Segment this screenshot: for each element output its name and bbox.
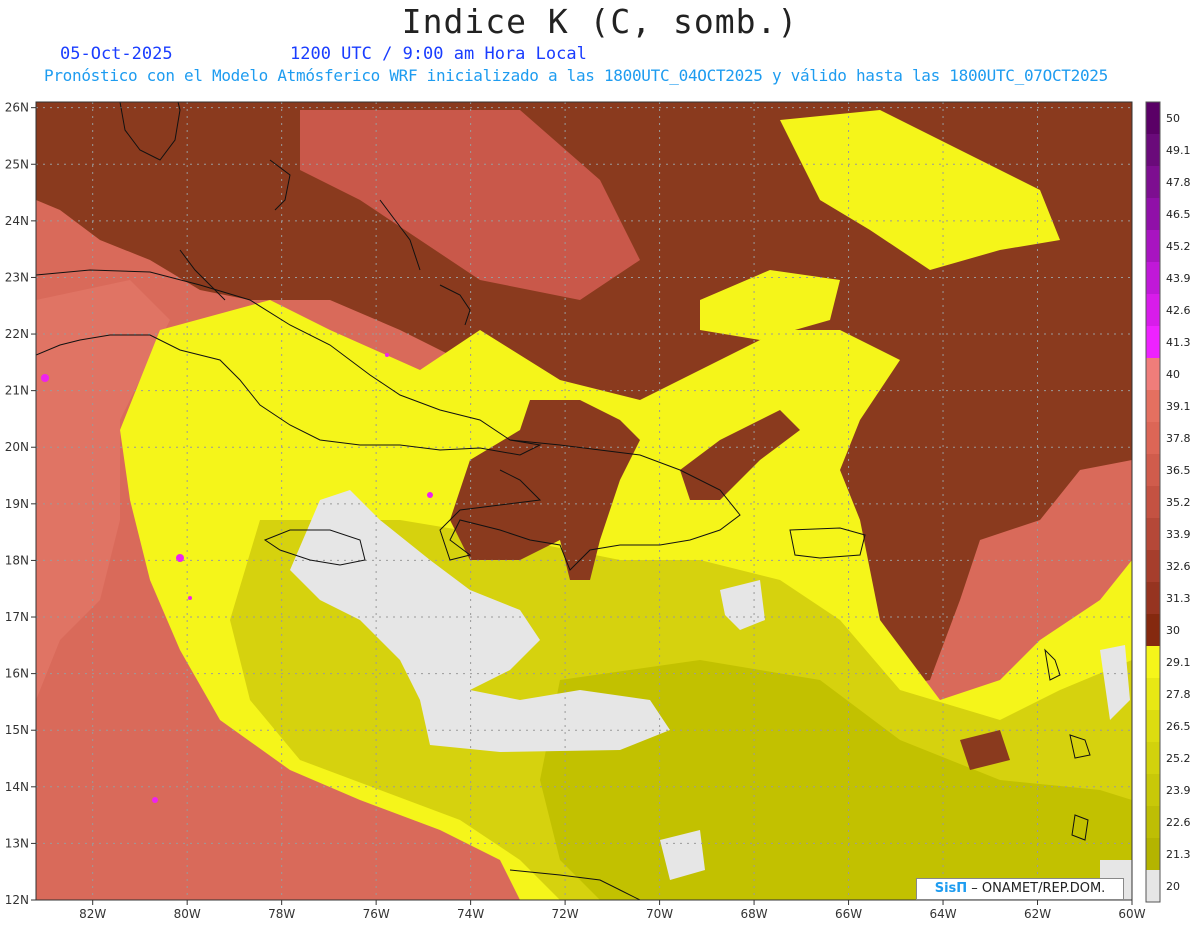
field-magenta-spot-4 bbox=[152, 797, 158, 803]
colorbar-swatch bbox=[1146, 710, 1160, 743]
latitude-ticks: 26N 25N 24N 23N 22N 21N 20N 19N 18N 17N 16N 15N 14N 1… bbox=[5, 101, 36, 907]
lat-tick-label: 12N bbox=[5, 893, 29, 907]
lat-tick-label: 23N bbox=[5, 270, 29, 284]
colorbar-swatch bbox=[1146, 294, 1160, 327]
colorbar-label: 25.2 bbox=[1166, 752, 1191, 765]
colorbar-label: 40 bbox=[1166, 368, 1180, 381]
lat-tick-label: 20N bbox=[5, 440, 29, 454]
colorbar-swatch bbox=[1146, 230, 1160, 263]
lat-tick-label: 22N bbox=[5, 327, 29, 341]
colorbar-swatch bbox=[1146, 582, 1160, 615]
colorbar-swatch bbox=[1146, 102, 1160, 135]
k-index-map: 82W 80W 78W 76W 74W 72W 70W 68W 66W 64W 62W 60W 26N… bbox=[5, 101, 1191, 921]
colorbar-swatch bbox=[1146, 838, 1160, 871]
lat-tick-label: 18N bbox=[5, 553, 29, 567]
colorbar-label: 41.3 bbox=[1166, 336, 1191, 349]
field-magenta-spot-5 bbox=[188, 596, 192, 600]
lon-tick-label: 68W bbox=[740, 907, 767, 921]
colorbar-label: 30 bbox=[1166, 624, 1180, 637]
lon-tick-label: 80W bbox=[174, 907, 201, 921]
lon-tick-label: 74W bbox=[457, 907, 484, 921]
colorbar-swatch bbox=[1146, 550, 1160, 583]
lat-tick-label: 25N bbox=[5, 157, 29, 171]
lon-tick-label: 62W bbox=[1024, 907, 1051, 921]
colorbar-label: 22.6 bbox=[1166, 816, 1191, 829]
lat-tick-label: 14N bbox=[5, 780, 29, 794]
colorbar-label: 31.3 bbox=[1166, 592, 1191, 605]
longitude-ticks: 82W 80W 78W 76W 74W 72W 70W 68W 66W 64W 62W 60W bbox=[79, 900, 1146, 921]
colorbar-label: 46.5 bbox=[1166, 208, 1191, 221]
colorbar-label: 50 bbox=[1166, 112, 1180, 125]
colorbar-swatch bbox=[1146, 198, 1160, 231]
colorbar-label: 37.8 bbox=[1166, 432, 1191, 445]
colorbar-swatch bbox=[1146, 358, 1160, 391]
colorbar-swatch bbox=[1146, 614, 1160, 647]
colorbar-swatch bbox=[1146, 774, 1160, 807]
colorbar-swatch bbox=[1146, 742, 1160, 775]
colorbar-label: 42.6 bbox=[1166, 304, 1191, 317]
lon-tick-label: 70W bbox=[646, 907, 673, 921]
colorbar-swatch bbox=[1146, 262, 1160, 295]
lat-tick-label: 26N bbox=[5, 101, 29, 115]
colorbar-label: 33.9 bbox=[1166, 528, 1191, 541]
colorbar-label: 27.8 bbox=[1166, 688, 1191, 701]
lon-tick-label: 64W bbox=[929, 907, 956, 921]
field-magenta-spot-3 bbox=[427, 492, 433, 498]
credit-box: SisΠ – ONAMET/REP.DOM. bbox=[916, 878, 1124, 900]
colorbar-swatch bbox=[1146, 486, 1160, 519]
colorbar-label: 21.3 bbox=[1166, 848, 1191, 861]
lon-tick-label: 60W bbox=[1118, 907, 1145, 921]
colorbar-swatch bbox=[1146, 678, 1160, 711]
colorbar-label: 29.1 bbox=[1166, 656, 1191, 669]
lat-tick-label: 15N bbox=[5, 723, 29, 737]
map-field bbox=[36, 102, 1132, 900]
colorbar-label: 36.5 bbox=[1166, 464, 1191, 477]
lon-tick-label: 66W bbox=[835, 907, 862, 921]
colorbar-swatch bbox=[1146, 870, 1160, 903]
field-magenta-spot-1 bbox=[41, 374, 49, 382]
colorbar-swatch bbox=[1146, 646, 1160, 679]
colorbar-swatch bbox=[1146, 166, 1160, 199]
colorbar-label: 32.6 bbox=[1166, 560, 1191, 573]
colorbar-label: 35.2 bbox=[1166, 496, 1191, 509]
lon-tick-label: 78W bbox=[268, 907, 295, 921]
colorbar-swatch bbox=[1146, 454, 1160, 487]
lat-tick-label: 21N bbox=[5, 384, 29, 398]
colorbar-swatch bbox=[1146, 390, 1160, 423]
lon-tick-label: 72W bbox=[552, 907, 579, 921]
colorbar-label: 45.2 bbox=[1166, 240, 1191, 253]
colorbar-swatch bbox=[1146, 806, 1160, 839]
colorbar: 50 49.1 47.8 46.5 45.2 43.9 42.6 41.3 40 39.1 37.8… bbox=[1145, 101, 1191, 903]
lon-tick-label: 76W bbox=[363, 907, 390, 921]
lat-tick-label: 19N bbox=[5, 497, 29, 511]
colorbar-label: 39.1 bbox=[1166, 400, 1191, 413]
field-magenta-spot-6 bbox=[385, 353, 389, 357]
colorbar-label: 23.9 bbox=[1166, 784, 1191, 797]
colorbar-swatch bbox=[1146, 422, 1160, 455]
colorbar-label: 26.5 bbox=[1166, 720, 1191, 733]
lat-tick-label: 16N bbox=[5, 667, 29, 681]
lon-tick-label: 82W bbox=[79, 907, 106, 921]
colorbar-label: 20 bbox=[1166, 880, 1180, 893]
credit-text: – ONAMET/REP.DOM. bbox=[967, 881, 1106, 896]
colorbar-swatch bbox=[1146, 518, 1160, 551]
credit-brand: SisΠ bbox=[934, 881, 968, 896]
lat-tick-label: 24N bbox=[5, 214, 29, 228]
lat-tick-label: 17N bbox=[5, 610, 29, 624]
colorbar-label: 43.9 bbox=[1166, 272, 1191, 285]
colorbar-swatch bbox=[1146, 326, 1160, 359]
colorbar-swatch bbox=[1146, 134, 1160, 167]
lat-tick-label: 13N bbox=[5, 836, 29, 850]
colorbar-label: 47.8 bbox=[1166, 176, 1191, 189]
colorbar-label: 49.1 bbox=[1166, 144, 1191, 157]
